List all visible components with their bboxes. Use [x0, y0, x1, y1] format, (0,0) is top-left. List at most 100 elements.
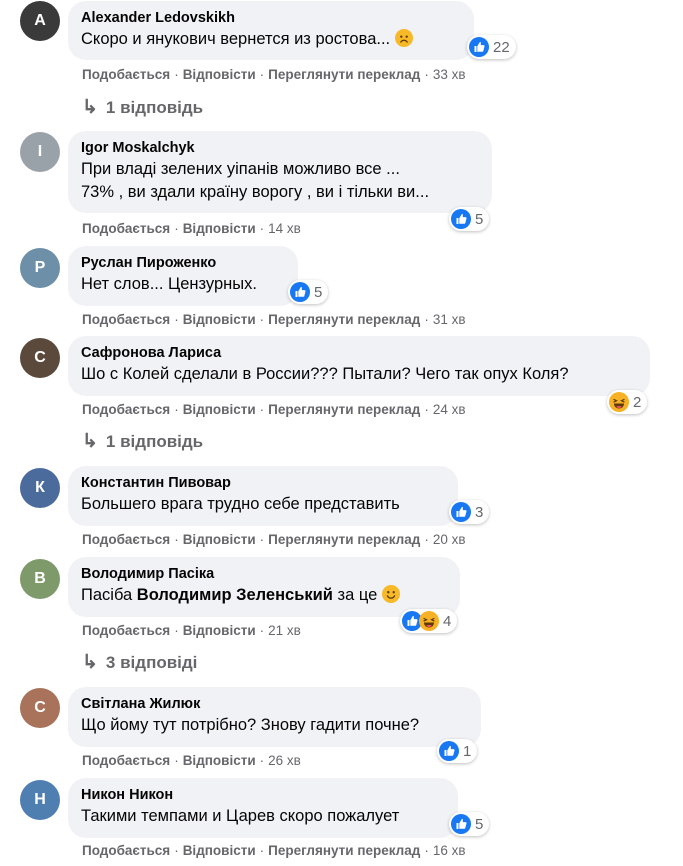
comment-text: Скоро и янукович вернется из ростова...	[81, 28, 462, 51]
comment-timestamp[interactable]: 14 хв	[268, 221, 301, 236]
reply-action[interactable]: Відповісти	[183, 67, 256, 82]
avatar[interactable]: В	[20, 559, 60, 599]
reply-action[interactable]: Відповісти	[183, 532, 256, 547]
comment-text: Большего врага трудно себе представить	[81, 495, 400, 513]
reaction-count: 4	[443, 612, 452, 630]
comment-text: Нет слов... Цензурных.	[81, 275, 257, 293]
comment-author[interactable]: Володимир Пасіка	[81, 565, 448, 584]
avatar[interactable]: Н	[20, 780, 60, 820]
see-translation-action[interactable]: Переглянути переклад	[268, 532, 420, 547]
avatar-initial: I	[37, 143, 43, 160]
comment-actions: Подобається · Відповісти · 21 хв	[82, 623, 301, 638]
comment-author[interactable]: Никон Никон	[81, 786, 446, 805]
comment-timestamp[interactable]: 21 хв	[268, 623, 301, 638]
sad-emoji-icon	[395, 30, 413, 48]
reaction-summary[interactable]: 5	[288, 280, 329, 304]
see-translation-action[interactable]: Переглянути переклад	[268, 67, 420, 82]
reaction-summary[interactable]: 3	[449, 500, 490, 524]
comment-author[interactable]: Alexander Ledovskikh	[81, 9, 462, 28]
comment-timestamp[interactable]: 24 хв	[433, 402, 466, 417]
reaction-summary[interactable]: 1	[437, 739, 478, 763]
comment-bubble: Константин Пивовар Большего врага трудно…	[68, 466, 458, 526]
avatar[interactable]: I	[20, 132, 60, 172]
reply-arrow-icon: ↳	[82, 431, 98, 452]
comment-text-line: При владі зелених уіпанів можливо все ..…	[81, 160, 400, 178]
like-action[interactable]: Подобається	[82, 221, 170, 236]
comment-timestamp[interactable]: 26 хв	[268, 753, 301, 768]
avatar-initial: С	[34, 349, 46, 366]
comment-actions: Подобається · Відповісти · Переглянути перек…	[82, 843, 466, 858]
reply-action[interactable]: Відповісти	[183, 312, 256, 327]
see-translation-action[interactable]: Переглянути переклад	[268, 843, 420, 858]
comment-actions: Подобається · Відповісти · Переглянути перек…	[82, 402, 466, 417]
reaction-count: 5	[314, 283, 323, 301]
view-replies-link[interactable]: ↳ 1 відповідь	[82, 96, 203, 119]
comment-bubble: Руслан Пироженко Нет слов... Цензурных.	[68, 246, 298, 306]
reply-action[interactable]: Відповісти	[183, 753, 256, 768]
comment-author[interactable]: Igor Moskalchyk	[81, 139, 480, 158]
comment-actions: Подобається · Відповісти · Переглянути перек…	[82, 532, 466, 547]
like-icon	[451, 209, 471, 229]
avatar[interactable]: Р	[20, 248, 60, 288]
avatar[interactable]: К	[20, 468, 60, 508]
avatar-initial: В	[34, 570, 46, 587]
reaction-count: 3	[475, 503, 484, 521]
like-action[interactable]: Подобається	[82, 312, 170, 327]
comment-timestamp[interactable]: 33 хв	[433, 67, 466, 82]
reply-action[interactable]: Відповісти	[183, 221, 256, 236]
comment-text: Що йому тут потрібно? Знову гадити почне…	[81, 716, 420, 734]
view-replies-link[interactable]: ↳ 1 відповідь	[82, 430, 203, 453]
comment-bubble: Alexander Ledovskikh Скоро и янукович ве…	[68, 1, 474, 60]
like-action[interactable]: Подобається	[82, 67, 170, 82]
reply-arrow-icon: ↳	[82, 652, 98, 673]
comment-text: Пасіба Володимир Зеленський за це	[81, 584, 448, 607]
avatar[interactable]: С	[20, 688, 60, 728]
reaction-summary[interactable]: 22	[467, 35, 516, 59]
reaction-count: 5	[475, 210, 484, 228]
reaction-summary[interactable]: 5	[449, 812, 490, 836]
comment-bubble: Володимир Пасіка Пасіба Володимир Зеленс…	[68, 557, 460, 617]
comment-timestamp[interactable]: 16 хв	[433, 843, 466, 858]
smile-emoji-icon	[382, 586, 400, 604]
like-action[interactable]: Подобається	[82, 843, 170, 858]
view-replies-link[interactable]: ↳ 3 відповіді	[82, 651, 197, 674]
like-action[interactable]: Подобається	[82, 402, 170, 417]
reply-action[interactable]: Відповісти	[183, 623, 256, 638]
like-action[interactable]: Подобається	[82, 532, 170, 547]
comment-text: Шо с Колей сделали в России??? Пытали? Ч…	[81, 365, 569, 383]
comment-timestamp[interactable]: 31 хв	[433, 312, 466, 327]
comment-actions: Подобається · Відповісти · Переглянути перек…	[82, 312, 466, 327]
comment-author[interactable]: Сафронова Лариса	[81, 344, 638, 363]
mentioned-profile-link[interactable]: Володимир Зеленський	[137, 586, 333, 604]
haha-icon	[609, 392, 629, 412]
haha-icon	[419, 611, 439, 631]
avatar[interactable]: A	[20, 1, 60, 41]
comment-text-prefix: Пасіба	[81, 586, 133, 604]
comment-bubble: Світлана Жилюк Що йому тут потрібно? Зно…	[68, 687, 481, 747]
comment-author[interactable]: Константин Пивовар	[81, 474, 446, 493]
reply-action[interactable]: Відповісти	[183, 843, 256, 858]
comment-bubble: Никон Никон Такими темпами и Царев скоро…	[68, 778, 458, 838]
see-translation-action[interactable]: Переглянути переклад	[268, 312, 420, 327]
avatar-initial: С	[34, 699, 46, 716]
comment-author[interactable]: Руслан Пироженко	[81, 254, 286, 273]
reaction-count: 1	[463, 742, 472, 760]
reaction-count: 2	[633, 393, 642, 411]
comment-actions: Подобається · Відповісти · 14 хв	[82, 221, 301, 236]
comment-timestamp[interactable]: 20 хв	[433, 532, 466, 547]
reaction-summary[interactable]: 5	[449, 207, 490, 231]
avatar[interactable]: С	[20, 338, 60, 378]
reply-action[interactable]: Відповісти	[183, 402, 256, 417]
comment-text-suffix: за це	[337, 586, 378, 604]
reaction-summary[interactable]: 4	[400, 609, 458, 633]
like-action[interactable]: Подобається	[82, 623, 170, 638]
see-translation-action[interactable]: Переглянути переклад	[268, 402, 420, 417]
reaction-summary[interactable]: 2	[607, 390, 648, 414]
like-action[interactable]: Подобається	[82, 753, 170, 768]
replies-count-label: 1 відповідь	[105, 98, 204, 117]
like-icon	[451, 814, 471, 834]
comment-bubble: Сафронова Лариса Шо с Колей сделали в Ро…	[68, 336, 650, 396]
avatar-initial: A	[34, 12, 46, 29]
comment-author[interactable]: Світлана Жилюк	[81, 695, 469, 714]
like-icon	[451, 502, 471, 522]
